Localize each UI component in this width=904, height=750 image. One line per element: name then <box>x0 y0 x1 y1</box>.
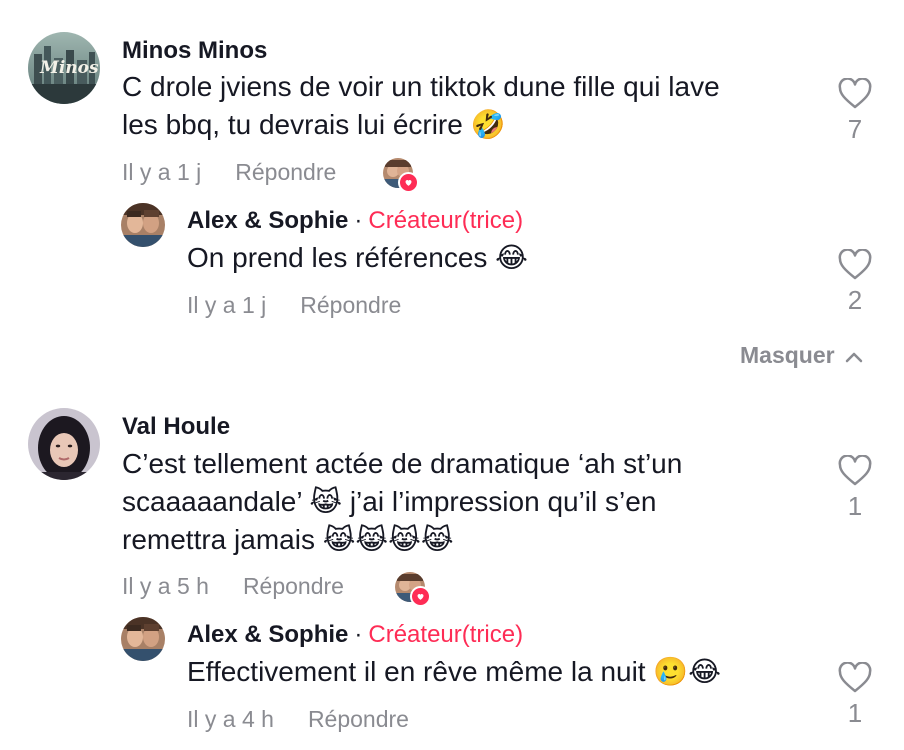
like-count: 1 <box>847 491 863 521</box>
avatar[interactable] <box>28 408 100 480</box>
reply-time: Il y a 4 h <box>187 706 274 732</box>
heart-badge-icon <box>398 172 419 193</box>
comment-text-line: C’est tellement actée de dramatique ‘ah … <box>122 448 683 479</box>
comment-meta: Il y a 1 j Répondre <box>122 159 336 186</box>
reply-username[interactable]: Alex & Sophie <box>187 207 348 234</box>
like-count: 7 <box>847 114 863 144</box>
comment-time: Il y a 5 h <box>122 573 209 599</box>
avatar-logo-text: Minos <box>40 58 99 78</box>
comment-text: C’est tellement actée de dramatique ‘ah … <box>122 445 682 559</box>
reply-button[interactable]: Répondre <box>308 706 409 732</box>
comment-text-line: remettra jamais 😹😹😹😹 <box>122 524 454 555</box>
reply-text: On prend les références 😂 <box>187 239 528 277</box>
creator-badge: Créateur(trice) <box>368 621 524 648</box>
reply-meta: Il y a 4 h Répondre <box>187 706 409 733</box>
reply-text-line: On prend les références 😂 <box>187 242 528 273</box>
like-count: 2 <box>847 285 863 315</box>
comment-text: C drole jviens de voir un tiktok dune fi… <box>122 68 720 144</box>
heart-icon <box>838 249 872 280</box>
reply-button[interactable]: Répondre <box>235 159 336 185</box>
like-button[interactable]: 1 <box>835 662 875 729</box>
comment-text-line: C drole jviens de voir un tiktok dune fi… <box>122 71 720 102</box>
comment-text-line: les bbq, tu devrais lui écrire 🤣 <box>122 109 506 140</box>
chevron-up-icon <box>845 352 862 363</box>
separator-dot: · <box>354 621 363 648</box>
reply-meta: Il y a 1 j Répondre <box>187 292 401 319</box>
comment-meta: Il y a 5 h Répondre <box>122 573 344 600</box>
reply-text: Effectivement il en rêve même la nuit 🥲😂 <box>187 653 721 691</box>
liked-by-creator-indicator <box>383 158 419 193</box>
liked-by-creator-indicator <box>395 572 431 607</box>
separator-dot: · <box>354 207 363 234</box>
reply-button[interactable]: Répondre <box>243 573 344 599</box>
comment-text-line: scaaaaandale’ 😹 j’ai l’impression qu’il … <box>122 486 657 517</box>
comment-username[interactable]: Minos Minos <box>122 37 267 65</box>
reply-time: Il y a 1 j <box>187 292 267 318</box>
creator-avatar[interactable] <box>121 617 165 661</box>
like-button[interactable]: 1 <box>835 455 875 522</box>
hide-replies-button[interactable]: Masquer <box>740 342 863 369</box>
creator-avatar[interactable] <box>121 203 165 247</box>
heart-icon <box>838 662 872 693</box>
heart-badge-icon <box>410 586 431 607</box>
heart-icon <box>838 78 872 109</box>
reply-header: Alex & Sophie · Créateur(trice) <box>187 621 523 649</box>
hide-replies-label: Masquer <box>740 342 835 368</box>
avatar[interactable]: Minos <box>28 32 100 104</box>
comment-username[interactable]: Val Houle <box>122 413 230 441</box>
creator-badge: Créateur(trice) <box>368 207 524 234</box>
like-button[interactable]: 2 <box>835 249 875 316</box>
heart-icon <box>838 455 872 486</box>
like-button[interactable]: 7 <box>835 78 875 145</box>
comment-time: Il y a 1 j <box>122 159 202 185</box>
reply-button[interactable]: Répondre <box>300 292 401 318</box>
reply-text-line: Effectivement il en rêve même la nuit 🥲😂 <box>187 656 721 687</box>
reply-header: Alex & Sophie · Créateur(trice) <box>187 207 523 235</box>
like-count: 1 <box>847 698 863 728</box>
reply-username[interactable]: Alex & Sophie <box>187 621 348 648</box>
